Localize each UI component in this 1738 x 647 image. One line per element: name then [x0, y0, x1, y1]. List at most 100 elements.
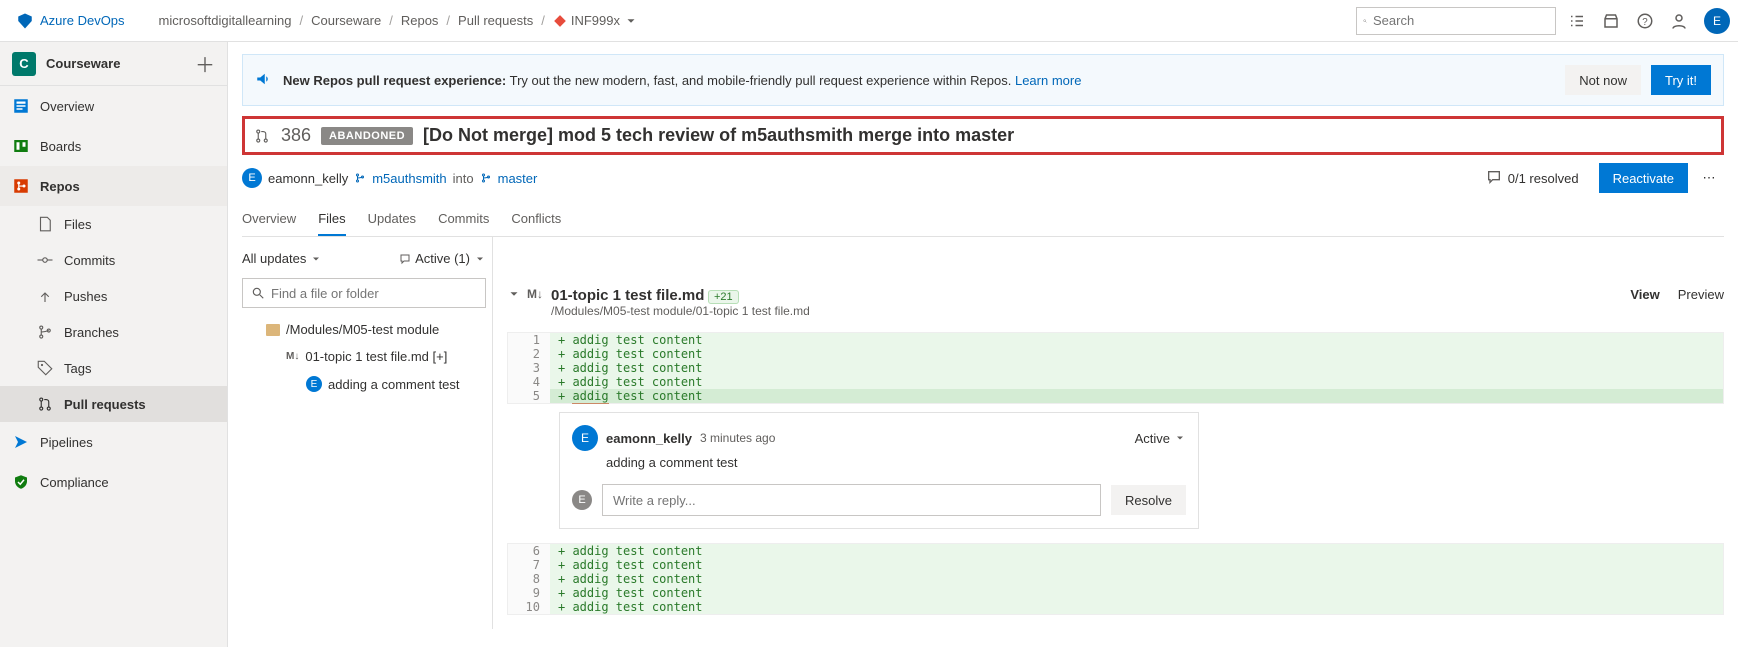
- chevron-down-icon: [310, 253, 322, 265]
- file-header: M↓ 01-topic 1 test file.md +21 /Modules/…: [507, 287, 1724, 318]
- separator: /: [389, 13, 393, 28]
- target-branch[interactable]: master: [498, 171, 538, 186]
- separator: /: [446, 13, 450, 28]
- plus-icon[interactable]: ＋: [195, 49, 215, 78]
- search-icon: [1363, 14, 1367, 28]
- try-it-button[interactable]: Try it!: [1651, 65, 1711, 95]
- announcement-icon: [255, 70, 273, 91]
- comment-body: adding a comment test: [606, 455, 1186, 470]
- task-list-icon[interactable]: [1568, 12, 1586, 30]
- sidebar-item-pull-requests[interactable]: Pull requests: [0, 386, 227, 422]
- comment-icon: [399, 253, 411, 265]
- boards-icon: [12, 137, 30, 155]
- branches-icon: [36, 323, 54, 341]
- comment-status-dropdown[interactable]: Active: [1135, 431, 1186, 446]
- reply-avatar: E: [572, 490, 592, 510]
- tab-overview[interactable]: Overview: [242, 203, 296, 236]
- breadcrumb: microsoftdigitallearning / Courseware / …: [157, 9, 640, 32]
- updates-filter[interactable]: All updates: [242, 251, 322, 266]
- chevron-down-icon: [474, 253, 486, 265]
- reactivate-button[interactable]: Reactivate: [1599, 163, 1688, 193]
- product-logo[interactable]: Azure DevOps: [8, 12, 133, 30]
- sidebar-item-branches[interactable]: Branches: [0, 314, 227, 350]
- code-line[interactable]: 2+ addig test content: [508, 347, 1723, 361]
- tree-folder-label: /Modules/M05-test module: [286, 322, 439, 337]
- tree-file[interactable]: M↓ 01-topic 1 test file.md [+]: [242, 343, 486, 370]
- pushes-icon: [36, 287, 54, 305]
- sidebar-item-pushes[interactable]: Pushes: [0, 278, 227, 314]
- sidebar-item-files[interactable]: Files: [0, 206, 227, 242]
- preview-toggle[interactable]: Preview: [1678, 287, 1724, 302]
- comment-avatar: E: [572, 425, 598, 451]
- sidebar-item-label: Overview: [40, 99, 94, 114]
- tree-folder[interactable]: /Modules/M05-test module: [242, 316, 486, 343]
- tree-search-input[interactable]: [242, 278, 486, 308]
- not-now-button[interactable]: Not now: [1565, 65, 1641, 95]
- code-line[interactable]: 8+ addig test content: [508, 572, 1723, 586]
- comments-filter[interactable]: Active (1): [399, 251, 486, 266]
- tab-files[interactable]: Files: [318, 203, 345, 236]
- search-input[interactable]: [1356, 7, 1556, 35]
- breadcrumb-repos[interactable]: Repos: [399, 9, 441, 32]
- banner-text: New Repos pull request experience: Try o…: [283, 73, 1081, 88]
- sidebar-item-label: Boards: [40, 139, 81, 154]
- sidebar-item-label: Compliance: [40, 475, 109, 490]
- header-actions: ? E: [1568, 8, 1730, 34]
- tree-file-label: 01-topic 1 test file.md [+]: [305, 349, 447, 364]
- search-field[interactable]: [1373, 13, 1549, 28]
- tree-comment[interactable]: E adding a comment test: [242, 370, 486, 398]
- breadcrumb-pullrequests[interactable]: Pull requests: [456, 9, 535, 32]
- code-line[interactable]: 5+ addig test content: [508, 389, 1723, 403]
- resolve-button[interactable]: Resolve: [1111, 485, 1186, 515]
- sidebar-item-boards[interactable]: Boards: [0, 126, 227, 166]
- chevron-down-icon[interactable]: [507, 287, 521, 301]
- code-line[interactable]: 10+ addig test content: [508, 600, 1723, 614]
- help-icon[interactable]: ?: [1636, 12, 1654, 30]
- reply-input[interactable]: [602, 484, 1101, 516]
- breadcrumb-repo-selector[interactable]: INF999x: [551, 9, 640, 32]
- learn-more-link[interactable]: Learn more: [1015, 73, 1081, 88]
- sidebar-item-overview[interactable]: Overview: [0, 86, 227, 126]
- avatar[interactable]: E: [1704, 8, 1730, 34]
- code-line[interactable]: 7+ addig test content: [508, 558, 1723, 572]
- resolved-count[interactable]: 0/1 resolved: [1508, 171, 1579, 186]
- user-settings-icon[interactable]: [1670, 12, 1688, 30]
- code-line[interactable]: 1+ addig test content: [508, 333, 1723, 347]
- pull-request-icon: [253, 127, 271, 145]
- source-branch[interactable]: m5authsmith: [372, 171, 446, 186]
- code-line[interactable]: 4+ addig test content: [508, 375, 1723, 389]
- sidebar-item-pipelines[interactable]: Pipelines: [0, 422, 227, 462]
- tree-search-field[interactable]: [271, 286, 477, 301]
- comment-author[interactable]: eamonn_kelly: [606, 431, 692, 446]
- code-line[interactable]: 6+ addig test content: [508, 544, 1723, 558]
- tab-updates[interactable]: Updates: [368, 203, 416, 236]
- more-actions-icon[interactable]: ⋯: [1694, 163, 1724, 193]
- comment-icon: [1486, 169, 1502, 188]
- code-line[interactable]: 9+ addig test content: [508, 586, 1723, 600]
- breadcrumb-project[interactable]: Courseware: [309, 9, 383, 32]
- marketplace-icon[interactable]: [1602, 12, 1620, 30]
- tab-conflicts[interactable]: Conflicts: [511, 203, 561, 236]
- breadcrumb-org[interactable]: microsoftdigitallearning: [157, 9, 294, 32]
- banner-body: Try out the new modern, fast, and mobile…: [510, 73, 1012, 88]
- view-toggle[interactable]: View: [1630, 287, 1659, 302]
- sidebar-item-repos[interactable]: Repos: [0, 166, 227, 206]
- banner-bold: New Repos pull request experience:: [283, 73, 506, 88]
- tab-commits[interactable]: Commits: [438, 203, 489, 236]
- sidebar-item-label: Pushes: [64, 289, 107, 304]
- project-selector[interactable]: C Courseware ＋: [0, 42, 227, 86]
- sidebar-item-compliance[interactable]: Compliance: [0, 462, 227, 502]
- comment-thread: E eamonn_kelly 3 minutes ago Active addi…: [559, 412, 1199, 529]
- sidebar-item-commits[interactable]: Commits: [0, 242, 227, 278]
- author-name[interactable]: eamonn_kelly: [268, 171, 348, 186]
- diff-badge: +21: [708, 290, 739, 304]
- sidebar-item-label: Repos: [40, 179, 80, 194]
- repos-icon: [12, 177, 30, 195]
- chevron-down-icon: [624, 14, 638, 28]
- sidebar-item-tags[interactable]: Tags: [0, 350, 227, 386]
- code-line[interactable]: 3+ addig test content: [508, 361, 1723, 375]
- file-path: /Modules/M05-test module/01-topic 1 test…: [551, 304, 810, 318]
- markdown-icon: M↓: [527, 287, 543, 301]
- compliance-icon: [12, 473, 30, 491]
- product-name: Azure DevOps: [40, 13, 125, 28]
